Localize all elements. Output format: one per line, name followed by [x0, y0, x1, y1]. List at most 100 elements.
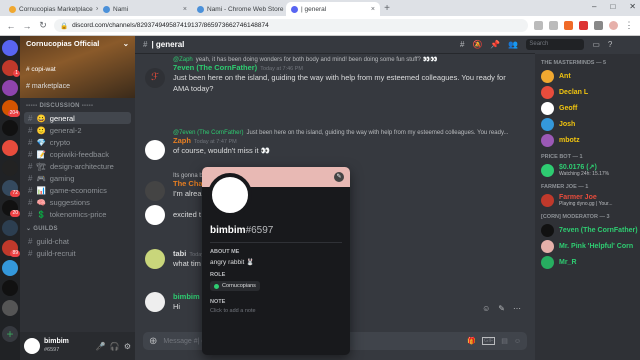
server-icon[interactable]: [2, 40, 18, 56]
member-item[interactable]: Farmer Joe Playing dyno.gg | Your...: [535, 192, 640, 208]
member-group-title: FARMER JOE — 1: [541, 184, 589, 190]
note-input[interactable]: Click to add a note: [210, 308, 342, 314]
avatar[interactable]: ℱ: [145, 68, 165, 88]
server-icon[interactable]: [2, 80, 18, 96]
role-chip[interactable]: Cornucopians: [210, 281, 260, 291]
gift-icon[interactable]: 🎁: [467, 337, 476, 345]
help-icon[interactable]: ?: [608, 40, 612, 49]
more-icon[interactable]: ⋯: [513, 304, 521, 313]
server-icon[interactable]: [2, 120, 18, 136]
gif-icon[interactable]: GIF: [482, 337, 496, 345]
edit-profile-icon[interactable]: ✎: [334, 172, 344, 182]
message: @7even (The CornFather) Just been here on…: [135, 130, 525, 160]
star-icon[interactable]: [549, 21, 558, 30]
member-item[interactable]: Declan L: [535, 84, 640, 100]
server-icon[interactable]: 204: [2, 100, 20, 117]
channel-copiwiki-feedback[interactable]: # 📝 copiwiki-feedback: [24, 148, 131, 160]
add-reaction-icon[interactable]: ☺: [482, 304, 490, 313]
message-author[interactable]: tabi: [173, 249, 186, 258]
avatar[interactable]: [145, 181, 165, 201]
message-author[interactable]: bimbim: [173, 292, 200, 301]
menu-icon[interactable]: ⋮: [624, 20, 634, 31]
pin-icon[interactable]: 📌: [490, 40, 500, 49]
server-icon[interactable]: [2, 300, 18, 316]
server-icon[interactable]: [2, 280, 18, 296]
category-discussion[interactable]: ----- DISCUSSION -----: [26, 103, 135, 109]
server-icon[interactable]: [2, 220, 18, 236]
browser-tab-general[interactable]: | general ×: [286, 2, 380, 16]
channel-design-architecture[interactable]: # 🏗 design-architecture: [24, 160, 131, 172]
browser-tab-nami[interactable]: Nami ×: [98, 2, 192, 16]
maximize-icon[interactable]: □: [610, 2, 615, 11]
server-icon[interactable]: 72: [2, 180, 20, 197]
close-icon[interactable]: ×: [371, 6, 375, 13]
headphones-icon[interactable]: 🎧: [110, 342, 120, 351]
inbox-icon[interactable]: ▭: [592, 40, 600, 49]
channel-general-2[interactable]: # 🙂 general-2: [24, 124, 131, 136]
sticker-icon[interactable]: ▤: [501, 337, 508, 345]
members-icon[interactable]: 👥: [508, 40, 518, 49]
share-icon[interactable]: [534, 21, 543, 30]
microphone-icon[interactable]: 🎤: [96, 342, 106, 351]
chevron-down-icon: ⌄: [122, 39, 129, 48]
window-close-icon[interactable]: ✕: [629, 2, 636, 11]
member-item[interactable]: Josh: [535, 116, 640, 132]
new-tab-button[interactable]: +: [380, 2, 394, 16]
server-icon[interactable]: [2, 140, 18, 156]
member-name: $0.0176 (↗): [559, 164, 597, 171]
member-item[interactable]: mbotz: [535, 132, 640, 148]
edit-icon[interactable]: ✎: [498, 304, 505, 313]
member-item[interactable]: Geoff: [535, 100, 640, 116]
avatar[interactable]: [145, 249, 165, 269]
add-attachment-icon[interactable]: ⊕: [149, 336, 157, 347]
member-item[interactable]: Ant: [535, 68, 640, 84]
role-label: ROLE: [210, 272, 226, 278]
avatar[interactable]: [145, 205, 165, 225]
address-bar[interactable]: 🔒 discord.com/channels/829374949587419137…: [54, 19, 528, 32]
server-icon[interactable]: [2, 160, 18, 176]
channel-marketplace[interactable]: # marketplace: [26, 83, 129, 90]
minimize-icon[interactable]: –: [592, 2, 596, 11]
avatar[interactable]: [145, 140, 165, 160]
member-item[interactable]: $0.0176 (↗) Watching 24h: 15.17%: [535, 162, 640, 178]
server-icon[interactable]: 89: [2, 240, 20, 257]
channel-crypto[interactable]: # 💎 crypto: [24, 136, 131, 148]
channel-general[interactable]: # 😀 general: [24, 112, 131, 124]
gear-icon[interactable]: ⚙: [124, 342, 131, 351]
avatar[interactable]: [145, 292, 165, 312]
puzzle-icon[interactable]: [594, 21, 603, 30]
reload-icon[interactable]: ↻: [38, 20, 48, 31]
channel-guild-chat[interactable]: # guild-chat: [24, 235, 131, 247]
avatar[interactable]: [24, 338, 40, 354]
add-server-icon[interactable]: +: [2, 326, 18, 342]
browser-tab-marketplace[interactable]: Cornucopias Marketplace ×: [4, 2, 98, 16]
back-icon[interactable]: ←: [6, 21, 16, 31]
server-icon[interactable]: 1: [2, 60, 20, 77]
member-item[interactable]: Mr. Pink 'Helpful' Corn: [535, 238, 640, 254]
brave-icon[interactable]: [564, 21, 573, 30]
server-icon[interactable]: [2, 260, 18, 276]
banner-channel[interactable]: # copi-wat: [26, 66, 129, 73]
close-icon[interactable]: ×: [183, 6, 187, 13]
message-author[interactable]: The Cha: [173, 179, 203, 188]
channel-gaming[interactable]: # 🎮 gaming: [24, 172, 131, 184]
search-input[interactable]: Search: [526, 39, 585, 50]
profile-avatar-icon[interactable]: [609, 21, 618, 30]
category-guilds[interactable]: ⌄ GUILDS: [26, 225, 135, 232]
server-icon[interactable]: 20: [2, 200, 20, 217]
channel-suggestions[interactable]: # 🧠 suggestions: [24, 196, 131, 208]
channel-tokenomics-price[interactable]: # 💲 tokenomics-price: [24, 208, 131, 220]
extension-icon[interactable]: [579, 21, 588, 30]
browser-tab-webstore[interactable]: Nami - Chrome Web Store×: [192, 2, 286, 16]
channel-game-economics[interactable]: # 📊 game-economics: [24, 184, 131, 196]
channel-guild-recruit[interactable]: # guild-recruit: [24, 247, 131, 259]
forward-icon[interactable]: →: [22, 21, 32, 31]
message-author[interactable]: 7even (The CornFather): [173, 63, 257, 72]
threads-icon[interactable]: #: [460, 40, 464, 49]
message-author[interactable]: Zaph: [173, 136, 191, 145]
emoji-icon[interactable]: ☺: [514, 338, 521, 345]
member-item[interactable]: Mr_R: [535, 254, 640, 270]
server-name-header[interactable]: Cornucopias Official ⌄: [26, 39, 129, 48]
mute-bell-icon[interactable]: 🔕: [472, 40, 482, 49]
member-item[interactable]: 7even (The CornFather): [535, 222, 640, 238]
